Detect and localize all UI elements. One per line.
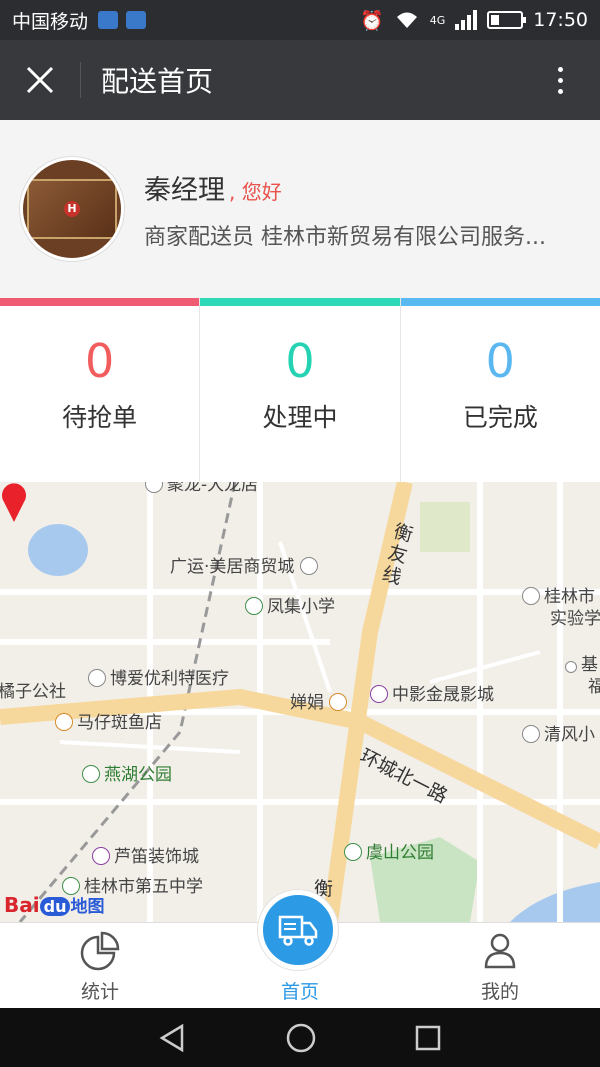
network-type: 4G [429,13,446,27]
stat-label: 已完成 [462,403,538,432]
profile-text: 秦经理 , 您好 商家配送员 桂林市新贸易有限公司服务... [144,168,574,251]
stat-label: 处理中 [262,403,338,432]
plaque-seal-icon: H [64,201,80,217]
delivery-home-button[interactable] [258,890,338,970]
stat-bar [400,298,600,306]
park-area [420,502,470,552]
poi-icon [88,669,106,687]
tab-profile[interactable]: 我的 [400,923,600,1008]
page-title: 配送首页 [101,65,214,98]
battery-icon [487,11,527,29]
poi-icon [565,661,577,673]
poi-icon [344,843,362,861]
poi-icon [522,587,540,605]
avatar[interactable]: H [20,157,124,261]
more-options-button[interactable] [520,40,600,120]
stat-value: 0 [285,334,315,388]
home-icon[interactable] [285,1022,317,1054]
tab-label: 统计 [80,981,119,1003]
map-label: 虞山公园 [344,838,434,863]
poi-icon [245,597,263,615]
system-nav-bar [0,1008,600,1067]
dot-icon [557,66,563,72]
map-label: 清风小 [522,720,595,745]
member-plaque-image: H [27,179,117,239]
map-label: 燕湖公园 [82,760,172,785]
stat-value: 0 [85,334,115,388]
poi-icon [145,482,163,493]
order-stats: 0 待抢单 0 处理中 0 已完成 [0,298,600,482]
stat-value: 0 [485,334,515,388]
title-bar: 配送首页 [0,40,600,120]
stat-pending[interactable]: 0 待抢单 [0,298,201,482]
map-label: 博爱优利特医疗 [88,664,229,689]
dot-icon [557,77,563,83]
stat-bar [0,298,200,306]
map-label: 橘子公社 [0,682,66,702]
stat-completed[interactable]: 0 已完成 [400,298,600,482]
health-notification-icon [126,11,147,29]
close-button[interactable] [0,40,80,120]
stat-label: 待抢单 [62,403,138,432]
map-label: 中影金晟影城 [370,680,494,705]
back-icon[interactable] [158,1023,188,1053]
stat-processing[interactable]: 0 处理中 [200,298,401,482]
close-icon [26,66,54,94]
poi-icon [370,685,388,703]
carrier-name: 中国移动 [12,10,89,33]
signal-icon [455,10,478,30]
map-label: 福 [588,677,600,697]
wifi-icon [396,12,417,28]
poi-icon [55,713,73,731]
map-label: 广运·美居商贸城 [170,552,322,577]
lake-shape [28,524,88,576]
map-view[interactable]: 聚龙-大龙店 广运·美居商贸城 凤集小学 衡友线 桂林市 实验学 基 福 橘子公… [0,482,600,922]
tab-label: 首页 [280,981,319,1003]
tab-statistics[interactable]: 统计 [0,923,200,1008]
poi-icon [329,693,348,711]
user-icon [484,933,516,969]
map-label: 实验学 [550,609,600,629]
recent-apps-icon[interactable] [414,1024,442,1052]
poi-icon [82,765,100,783]
map-label: 婵娟 [290,688,351,713]
baidu-map-logo: Bai du 地图 [4,893,105,917]
user-name: 秦经理 [144,174,225,206]
map-label: 凤集小学 [245,592,335,617]
map-label: 马仔斑鱼店 [55,708,162,733]
status-bar: 中国移动 ⏰ 4G 17:50 [0,0,600,40]
poi-icon [522,725,540,743]
delivery-truck-icon [278,915,318,946]
role-line: 商家配送员 桂林市新贸易有限公司服务... [144,224,546,250]
poi-icon [299,557,318,575]
profile-section: H 秦经理 , 您好 商家配送员 桂林市新贸易有限公司服务... [0,120,600,298]
tab-label: 我的 [480,981,519,1003]
map-label: 聚龙-大龙店 [145,482,258,495]
poi-icon [92,847,110,865]
name-line: 秦经理 , 您好 [144,168,574,207]
map-label: 芦笛装饰城 [92,842,199,867]
dot-icon [557,88,563,94]
clock-time: 17:50 [533,9,588,31]
water-area [510,882,600,922]
greeting: , 您好 [229,179,282,204]
pie-chart-icon [80,931,120,971]
title-divider [80,62,81,98]
app-notification-icon [98,11,119,29]
alarm-icon: ⏰ [360,9,384,32]
stat-bar [200,298,400,306]
location-pin-icon[interactable] [0,482,28,522]
